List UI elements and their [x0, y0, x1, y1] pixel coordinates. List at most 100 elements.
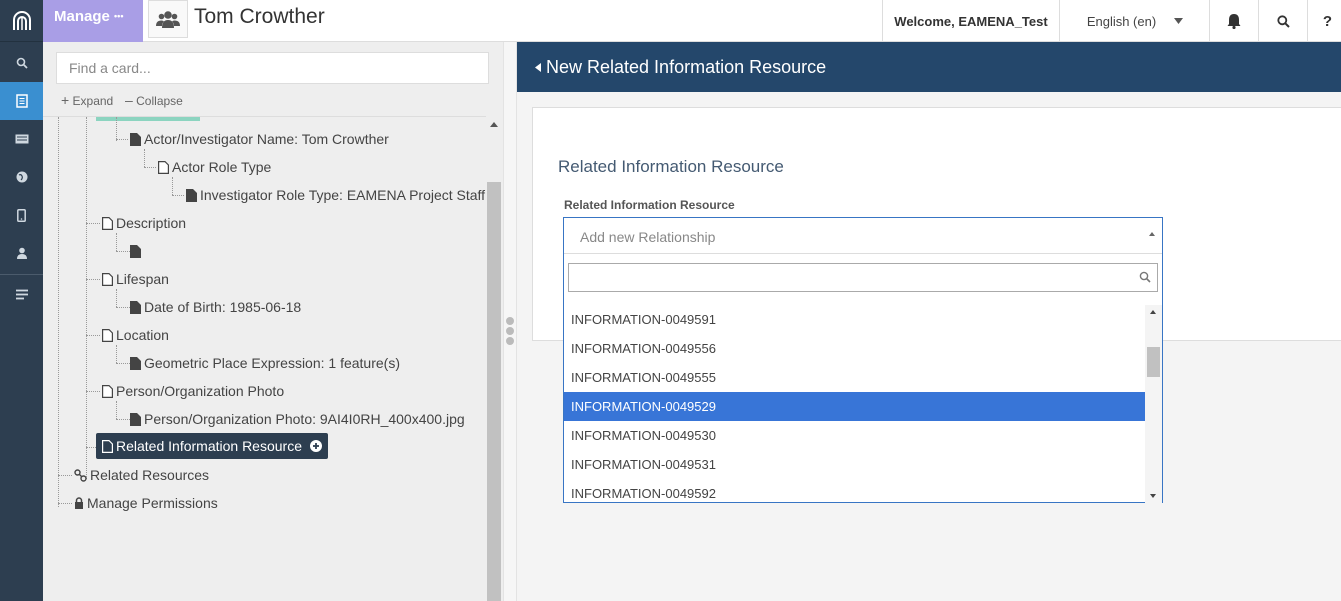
tree-node-actor-name[interactable]: Actor/Investigator Name: Tom Crowther — [130, 128, 389, 150]
tree-node-lifespan[interactable]: Lifespan — [102, 268, 169, 290]
globe-icon — [16, 171, 27, 183]
mobile-icon — [17, 208, 26, 222]
map-nav[interactable] — [0, 158, 43, 196]
tree-node-label: Actor Role Type — [172, 159, 272, 175]
dropdown-option[interactable]: INFORMATION-0049591 — [564, 305, 1145, 334]
help-button[interactable]: ? — [1307, 0, 1341, 42]
app-logo[interactable] — [0, 0, 43, 42]
card-header-title: New Related Information Resource — [546, 56, 827, 77]
list-icon — [15, 289, 28, 299]
plus-icon: + — [61, 92, 70, 108]
resource-title: Tom Crowther — [194, 5, 325, 28]
active-indicator — [96, 117, 200, 121]
search-icon — [1276, 14, 1290, 28]
card-tree-panel: + Expand – Collapse Actor/Inv — [43, 42, 503, 601]
search-button[interactable] — [1258, 0, 1307, 42]
file-outline-icon — [102, 384, 113, 398]
caret-left-icon[interactable] — [535, 62, 541, 72]
dropdown-option[interactable]: INFORMATION-0049592 — [564, 479, 1145, 503]
tree-node-description[interactable]: Description — [102, 212, 186, 234]
manage-button[interactable]: Manage ••• — [43, 0, 143, 42]
dropdown-option[interactable]: INFORMATION-0049556 — [564, 334, 1145, 363]
mobile-nav[interactable] — [0, 196, 43, 234]
link-icon — [74, 468, 87, 482]
file-filled-icon — [130, 244, 141, 258]
file-outline-icon — [102, 439, 113, 453]
file-filled-icon — [130, 132, 141, 146]
dropdown-option[interactable]: INFORMATION-0049531 — [564, 450, 1145, 479]
minus-icon: – — [125, 92, 133, 108]
list-nav[interactable] — [0, 275, 43, 313]
tree-node-related-resources[interactable]: Related Resources — [74, 464, 209, 486]
tree-node-related-information-resource[interactable]: Related Information Resource — [96, 433, 328, 459]
scrollbar-thumb[interactable] — [487, 182, 501, 601]
tree-node-label: Description — [116, 215, 187, 231]
language-label: English (en) — [1086, 13, 1157, 29]
select-placeholder[interactable]: Add new Relationship — [564, 218, 1162, 254]
tree-node-photo[interactable]: Person/Organization Photo — [102, 380, 284, 402]
help-icon: ? — [1322, 12, 1333, 30]
file-filled-icon — [130, 300, 141, 314]
scrollbar-thumb[interactable] — [1147, 347, 1160, 377]
dropdown-option-highlighted[interactable]: INFORMATION-0049529 — [564, 392, 1145, 421]
welcome-user[interactable]: Welcome, EAMENA_Test — [882, 0, 1059, 42]
bell-icon — [1227, 14, 1241, 29]
add-circle-icon[interactable] — [310, 440, 322, 452]
tree-node-location[interactable]: Location — [102, 324, 169, 346]
search-icon — [16, 57, 28, 69]
scroll-down-arrow-icon[interactable] — [1150, 494, 1156, 498]
collapse-label: Collapse — [136, 94, 183, 108]
tree-node-actor-role-type[interactable]: Actor Role Type — [158, 156, 271, 178]
tree-scrollbar[interactable] — [486, 116, 503, 601]
file-outline-icon — [102, 272, 113, 286]
scroll-up-arrow-icon[interactable] — [490, 122, 498, 127]
resource-type-icon — [148, 0, 188, 38]
manage-label: Manage — [54, 8, 110, 25]
tree-node-label: Lifespan — [116, 271, 169, 287]
tree-node-label: Investigator Role Type: EAMENA Project S… — [200, 187, 486, 203]
user-icon — [16, 247, 27, 259]
group-icon — [156, 11, 180, 28]
tree-node-label: Related Resources — [90, 467, 210, 483]
tree-node-label: Date of Birth: 1985-06-18 — [144, 299, 302, 315]
file-filled-icon — [130, 412, 141, 426]
app-rail — [0, 0, 43, 601]
arches-logo-icon — [12, 10, 31, 30]
related-resource-select[interactable]: Add new Relationship INFORMATION-0049591… — [563, 217, 1163, 503]
expand-label: Expand — [72, 94, 114, 108]
notifications-button[interactable] — [1209, 0, 1258, 42]
file-filled-icon — [130, 356, 141, 370]
tree-node-photo-value[interactable]: Person/Organization Photo: 9AI4I0RH_400x… — [130, 408, 465, 430]
file-outline-icon — [102, 328, 113, 342]
dropdown-scrollbar[interactable] — [1145, 305, 1162, 503]
dropdown-option[interactable]: INFORMATION-0049530 — [564, 421, 1145, 450]
resource-editor-nav[interactable] — [0, 82, 43, 120]
card-icon — [15, 134, 28, 144]
collapse-button[interactable]: – Collapse — [125, 92, 183, 108]
resource-editor-icon — [15, 94, 28, 108]
search-nav[interactable] — [0, 44, 43, 82]
caret-down-icon — [1174, 18, 1184, 24]
card-tree: Actor/Investigator Name: Tom Crowther Ac… — [43, 116, 486, 601]
panel-splitter[interactable] — [503, 42, 517, 601]
tree-node-label: Person/Organization Photo: 9AI4I0RH_400x… — [144, 411, 465, 427]
tree-node-investigator-role-type[interactable]: Investigator Role Type: EAMENA Project S… — [186, 184, 485, 206]
field-label: Related Information Resource — [564, 198, 735, 212]
tree-node-date-of-birth[interactable]: Date of Birth: 1985-06-18 — [130, 296, 301, 318]
card-nav[interactable] — [0, 120, 43, 158]
tree-node-manage-permissions[interactable]: Manage Permissions — [74, 492, 218, 514]
card-search-input[interactable] — [56, 52, 489, 84]
scroll-up-arrow-icon[interactable] — [1150, 310, 1156, 314]
expand-button[interactable]: + Expand — [61, 92, 113, 108]
top-bar: Manage ••• Tom Crowther Welcome, EAMENA_… — [43, 0, 1341, 42]
tree-node-geometric-place[interactable]: Geometric Place Expression: 1 feature(s) — [130, 352, 400, 374]
user-nav[interactable] — [0, 234, 43, 272]
dropdown-option[interactable]: INFORMATION-0049555 — [564, 363, 1145, 392]
dropdown-search-input[interactable] — [568, 263, 1158, 292]
manage-more-icon: ••• — [114, 11, 124, 21]
tree-node-description-value[interactable] — [130, 240, 144, 262]
language-select[interactable]: English (en) — [1059, 0, 1210, 42]
search-icon — [1139, 271, 1151, 283]
tree-node-label: Location — [116, 327, 169, 343]
file-filled-icon — [186, 188, 197, 202]
